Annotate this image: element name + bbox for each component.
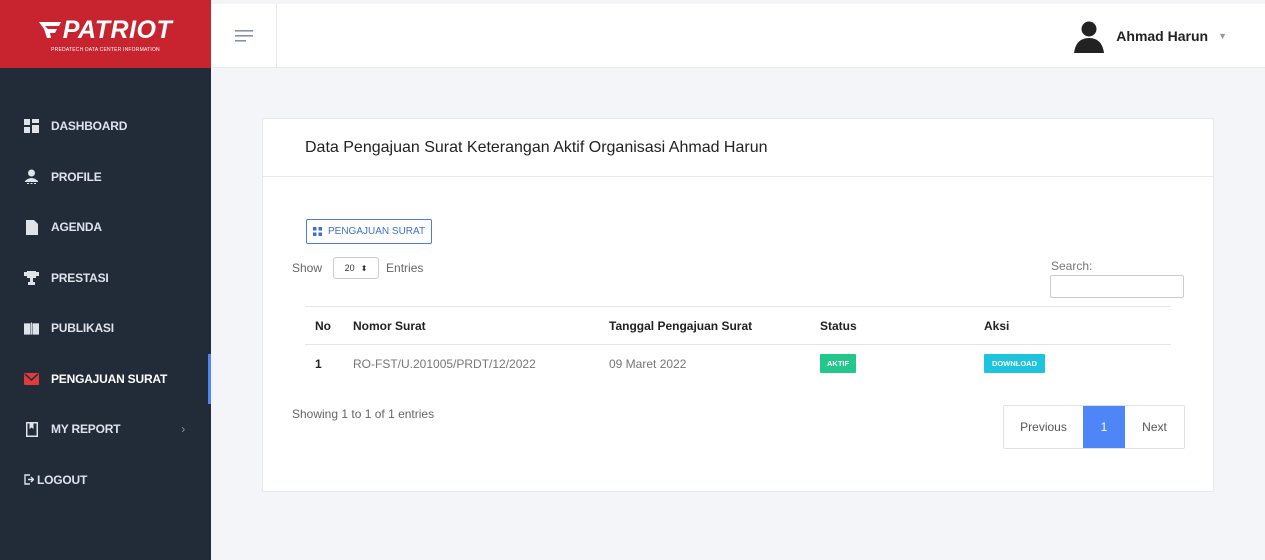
table-row: 1 RO-FST/U.201005/PRDT/12/2022 09 Maret … <box>305 345 1171 383</box>
entries-control: Show 20 ⬍ Entries <box>292 257 423 279</box>
trophy-icon <box>24 270 39 285</box>
sidebar-menu: DASHBOARD PROFILE AGENDA PRESTASI PUBLIK… <box>0 68 211 505</box>
card-header: Data Pengajuan Surat Keterangan Aktif Or… <box>263 119 1213 177</box>
topbar: Ahmad Harun ▼ <box>211 4 1265 68</box>
user-name: Ahmad Harun <box>1116 28 1209 44</box>
brand-name: PATRIOT <box>62 15 173 44</box>
pengajuan-surat-button[interactable]: PENGAJUAN SURAT <box>306 219 433 244</box>
data-table: No Nomor Surat Tanggal Pengajuan Surat S… <box>305 306 1171 383</box>
sidebar-item-label: PRESTASI <box>51 270 109 285</box>
sidebar-item-prestasi[interactable]: PRESTASI <box>0 253 211 304</box>
book-open-icon <box>24 321 39 336</box>
button-label: PENGAJUAN SURAT <box>328 226 426 237</box>
sidebar-item-label: PUBLIKASI <box>51 321 114 336</box>
sidebar-item-dashboard[interactable]: DASHBOARD <box>0 101 211 152</box>
sidebar-item-label: DASHBOARD <box>51 119 128 134</box>
cell-aksi: DOWNLOAD <box>974 345 1171 383</box>
column-header-status[interactable]: Status <box>810 306 974 345</box>
status-badge: AKTIF <box>820 354 857 374</box>
search-label: Search: <box>1051 259 1093 273</box>
sidebar-item-label: MY REPORT <box>51 422 121 437</box>
file-icon <box>24 219 39 235</box>
sidebar-item-publikasi[interactable]: PUBLIKASI <box>0 303 211 354</box>
bookmark-icon <box>24 421 39 437</box>
column-header-tanggal[interactable]: Tanggal Pengajuan Surat <box>599 306 810 345</box>
search-input[interactable] <box>1050 275 1184 298</box>
column-header-aksi[interactable]: Aksi <box>974 306 1171 345</box>
sidebar: PATRIOT PREDATECH DATA CENTER INFORMATIO… <box>0 0 211 560</box>
next-button[interactable]: Next <box>1125 406 1184 448</box>
download-button[interactable]: DOWNLOAD <box>984 354 1045 374</box>
sidebar-item-label: AGENDA <box>51 220 102 235</box>
cell-no: 1 <box>315 356 322 371</box>
column-header-nomor-surat[interactable]: Nomor Surat <box>343 306 599 345</box>
entries-value: 20 <box>344 263 355 273</box>
cell-tanggal: 09 Maret 2022 <box>609 356 687 371</box>
hamburger-icon <box>234 30 253 42</box>
cell-status: AKTIF <box>810 345 974 383</box>
brand-tagline: PREDATECH DATA CENTER INFORMATION <box>51 46 160 53</box>
select-arrows-icon: ⬍ <box>360 263 368 273</box>
dashboard-icon <box>24 119 39 134</box>
pagination: Previous 1 Next <box>1003 405 1185 449</box>
sidebar-item-pengajuan-surat[interactable]: PENGAJUAN SURAT <box>0 353 211 405</box>
table-header-row: No Nomor Surat Tanggal Pengajuan Surat S… <box>305 306 1171 345</box>
user-menu[interactable]: Ahmad Harun ▼ <box>1072 4 1227 68</box>
grid-icon <box>313 227 322 236</box>
menu-toggle-button[interactable] <box>211 4 277 68</box>
sidebar-item-label: PENGAJUAN SURAT <box>51 371 168 386</box>
avatar-icon <box>1074 21 1105 53</box>
patriot-wing-icon <box>38 22 61 38</box>
logout-icon <box>24 472 34 487</box>
brand-logo[interactable]: PATRIOT PREDATECH DATA CENTER INFORMATIO… <box>0 0 211 68</box>
previous-button[interactable]: Previous <box>1004 406 1083 448</box>
column-header-no[interactable]: No <box>305 306 343 345</box>
showing-info: Showing 1 to 1 of 1 entries <box>292 407 435 421</box>
chevron-right-icon: › <box>181 422 185 437</box>
page-1-button[interactable]: 1 <box>1083 406 1125 448</box>
content-card: Data Pengajuan Surat Keterangan Aktif Or… <box>262 118 1214 492</box>
entries-label: Entries <box>386 261 424 275</box>
caret-down-icon: ▼ <box>1218 31 1227 41</box>
sidebar-item-label: PROFILE <box>51 169 102 184</box>
show-label: Show <box>292 261 323 275</box>
page-title: Data Pengajuan Surat Keterangan Aktif Or… <box>305 138 768 156</box>
user-icon <box>24 169 39 185</box>
entries-select[interactable]: 20 ⬍ <box>333 257 380 279</box>
sidebar-item-agenda[interactable]: AGENDA <box>0 202 211 253</box>
sidebar-item-profile[interactable]: PROFILE <box>0 152 211 203</box>
sidebar-item-logout[interactable]: LOGOUT <box>0 455 211 506</box>
mail-icon <box>24 371 39 386</box>
cell-nomor-surat: RO-FST/U.201005/PRDT/12/2022 <box>353 356 536 371</box>
sidebar-item-label: LOGOUT <box>37 472 88 487</box>
sidebar-item-my-report[interactable]: MY REPORT › <box>0 404 211 455</box>
